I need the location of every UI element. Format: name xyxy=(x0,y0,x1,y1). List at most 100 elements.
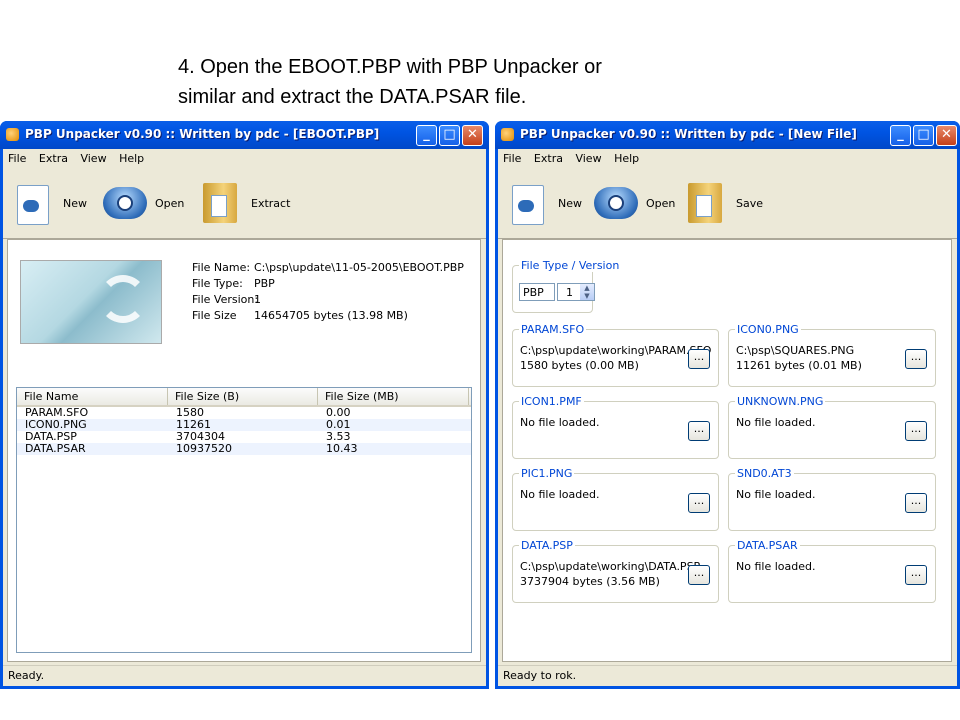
minimize-button[interactable]: _ xyxy=(416,125,437,146)
app-icon xyxy=(6,128,19,141)
file-name-label: File Name: xyxy=(192,261,251,274)
open-label: Open xyxy=(155,196,185,210)
group-info: No file loaded. xyxy=(736,559,815,574)
column-file-name[interactable]: File Name xyxy=(17,388,168,405)
info-line-1: No file loaded. xyxy=(736,488,816,501)
group-icon0-png: ICON0.PNG C:\psp\SQUARES.PNG 11261 bytes … xyxy=(728,323,936,387)
new-label: New xyxy=(558,196,582,210)
file-name-value: C:\psp\update\11-05-2005\EBOOT.PBP xyxy=(254,261,464,274)
extract-label: Extract xyxy=(251,196,291,210)
cell-bytes: 10937520 xyxy=(176,442,232,455)
new-file-icon xyxy=(11,181,55,225)
window-title: PBP Unpacker v0.90 :: Written by pdc - [… xyxy=(520,127,857,141)
open-label: Open xyxy=(646,196,676,210)
group-info: C:\psp\update\working\PARAM.SFO 1580 byte… xyxy=(520,343,711,373)
list-header: File Name File Size (B) File Size (MB) xyxy=(17,388,471,407)
browse-button[interactable]: ... xyxy=(905,349,927,369)
left-client: File Extra View Help New Open Extract Fi… xyxy=(3,149,486,686)
content-panel: File Type / Version PBP 1 ▲ ▼ PARAM.SFO C… xyxy=(502,239,952,662)
caption-line-1: 4. Open the EBOOT.PBP with PBP Unpacker … xyxy=(178,56,602,78)
column-size-bytes[interactable]: File Size (B) xyxy=(168,388,318,405)
menu-extra[interactable]: Extra xyxy=(39,152,68,165)
open-button[interactable]: Open xyxy=(103,176,184,230)
group-data-psp: DATA.PSP C:\psp\update\working\DATA.PSP 3… xyxy=(512,539,719,603)
slide-caption: 4. Open the EBOOT.PBP with PBP Unpacker … xyxy=(178,52,602,112)
pbp-thumbnail xyxy=(20,260,162,344)
info-line-1: No file loaded. xyxy=(736,416,816,429)
browse-button[interactable]: ... xyxy=(688,349,710,369)
menu-view[interactable]: View xyxy=(80,152,106,165)
group-title: DATA.PSAR xyxy=(735,539,800,552)
new-button[interactable]: New xyxy=(506,176,582,230)
browse-button[interactable]: ... xyxy=(905,493,927,513)
browse-button[interactable]: ... xyxy=(905,421,927,441)
menu-bar: File Extra View Help xyxy=(3,149,486,168)
file-type-label: File Type: xyxy=(192,277,243,290)
content-panel: File Name: C:\psp\update\11-05-2005\EBOO… xyxy=(7,239,481,662)
browse-button[interactable]: ... xyxy=(688,565,710,585)
toolbar: New Open Save xyxy=(498,168,957,239)
info-line-1: C:\psp\update\working\DATA.PSP xyxy=(520,560,701,573)
info-line-2: 3737904 bytes (3.56 MB) xyxy=(520,575,660,588)
menu-help[interactable]: Help xyxy=(119,152,144,165)
status-bar: Ready. xyxy=(3,665,486,686)
menu-extra[interactable]: Extra xyxy=(534,152,563,165)
info-line-1: No file loaded. xyxy=(520,488,600,501)
open-disc-icon xyxy=(594,181,638,225)
version-spinner[interactable]: 1 ▲ ▼ xyxy=(557,283,595,301)
group-info: C:\psp\SQUARES.PNG 11261 bytes (0.01 MB) xyxy=(736,343,862,373)
new-button[interactable]: New xyxy=(11,176,87,230)
group-param-sfo: PARAM.SFO C:\psp\update\working\PARAM.SF… xyxy=(512,323,719,387)
status-bar: Ready to rok. xyxy=(498,665,957,686)
info-line-1: No file loaded. xyxy=(736,560,816,573)
folder-icon xyxy=(199,181,243,225)
close-button[interactable]: ✕ xyxy=(936,125,957,146)
right-window: PBP Unpacker v0.90 :: Written by pdc - [… xyxy=(495,121,960,689)
app-icon xyxy=(501,128,514,141)
column-size-mb[interactable]: File Size (MB) xyxy=(318,388,469,405)
group-icon1-pmf: ICON1.PMF No file loaded. ... xyxy=(512,395,719,459)
menu-bar: File Extra View Help xyxy=(498,149,957,168)
group-pic1-png: PIC1.PNG No file loaded. ... xyxy=(512,467,719,531)
new-file-icon xyxy=(506,181,550,225)
extract-button[interactable]: Extract xyxy=(199,176,290,230)
left-titlebar[interactable]: PBP Unpacker v0.90 :: Written by pdc - [… xyxy=(0,121,489,149)
spin-arrows-icon[interactable]: ▲ ▼ xyxy=(580,284,594,300)
save-label: Save xyxy=(736,196,764,210)
toolbar: New Open Extract xyxy=(3,168,486,239)
group-info: C:\psp\update\working\DATA.PSP 3737904 by… xyxy=(520,559,700,589)
file-list[interactable]: File Name File Size (B) File Size (MB) P… xyxy=(16,387,472,653)
refresh-icon xyxy=(99,275,147,323)
info-line-2: 1580 bytes (0.00 MB) xyxy=(520,359,639,372)
cell-mb: 10.43 xyxy=(326,442,358,455)
right-titlebar[interactable]: PBP Unpacker v0.90 :: Written by pdc - [… xyxy=(495,121,960,149)
menu-view[interactable]: View xyxy=(575,152,601,165)
caption-line-2: similar and extract the DATA.PSAR file. xyxy=(178,86,527,108)
version-value: 1 xyxy=(566,286,573,299)
list-item[interactable]: ICON0.PNG 11261 0.01 xyxy=(17,419,471,431)
group-info: No file loaded. xyxy=(520,415,599,430)
group-title: ICON1.PMF xyxy=(519,395,584,408)
maximize-button[interactable]: □ xyxy=(913,125,934,146)
info-line-2: 11261 bytes (0.01 MB) xyxy=(736,359,862,372)
menu-file[interactable]: File xyxy=(503,152,521,165)
group-title: DATA.PSP xyxy=(519,539,575,552)
group-title: PARAM.SFO xyxy=(519,323,587,336)
browse-button[interactable]: ... xyxy=(905,565,927,585)
menu-help[interactable]: Help xyxy=(614,152,639,165)
open-button[interactable]: Open xyxy=(594,176,675,230)
minimize-button[interactable]: _ xyxy=(890,125,911,146)
browse-button[interactable]: ... xyxy=(688,493,710,513)
file-type-combo[interactable]: PBP xyxy=(519,283,555,301)
menu-file[interactable]: File xyxy=(8,152,26,165)
list-item[interactable]: DATA.PSAR 10937520 10.43 xyxy=(17,443,471,455)
close-button[interactable]: ✕ xyxy=(462,125,483,146)
left-window: PBP Unpacker v0.90 :: Written by pdc - [… xyxy=(0,121,489,689)
file-type-value: PBP xyxy=(254,277,275,290)
file-type-group: File Type / Version PBP 1 ▲ ▼ xyxy=(512,259,622,313)
save-button[interactable]: Save xyxy=(684,176,763,230)
info-line-1: C:\psp\SQUARES.PNG xyxy=(736,344,855,357)
type-controls: PBP 1 ▲ ▼ xyxy=(519,280,599,304)
browse-button[interactable]: ... xyxy=(688,421,710,441)
maximize-button[interactable]: □ xyxy=(439,125,460,146)
